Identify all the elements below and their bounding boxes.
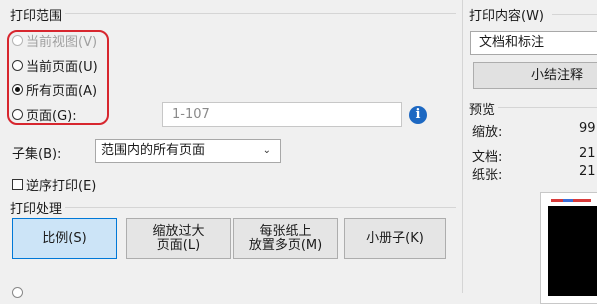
preview-paper-label: 纸张: [472, 168, 503, 183]
booklet-button[interactable]: 小册子(K) [344, 218, 446, 259]
checkbox-box [12, 179, 23, 190]
print-range-title: 打印范围 [10, 5, 66, 24]
pages-range-input[interactable]: 1-107 [162, 102, 402, 127]
print-handling-title: 打印处理 [10, 198, 66, 217]
info-icon[interactable]: i [409, 106, 427, 124]
chevron-down-icon: ⌄ [262, 145, 271, 156]
shrink-oversized-button[interactable]: 缩放过大 页面(L) [126, 218, 231, 259]
highlight-box [7, 30, 109, 125]
shrink-line2: 页面(L) [156, 237, 201, 253]
preview-header-stripe [551, 199, 591, 202]
scale-button-label: 比例(S) [42, 230, 87, 246]
reverse-print-label: 逆序打印(E) [26, 179, 97, 194]
scale-button[interactable]: 比例(S) [12, 218, 117, 259]
shrink-line1: 缩放过大 [152, 223, 205, 239]
reverse-print-checkbox[interactable]: 逆序打印(E) [12, 175, 96, 194]
subset-label: 子集(B): [12, 147, 62, 162]
preview-doc-value: 21 [579, 146, 596, 161]
subset-select-value: 范围内的所有页面 [101, 143, 206, 158]
print-content-title: 打印内容(W) [469, 5, 547, 24]
subset-select[interactable]: 范围内的所有页面 ⌄ [95, 139, 281, 163]
preview-zoom-label: 缩放: [472, 125, 503, 140]
booklet-label: 小册子(K) [366, 230, 424, 246]
multiple-line2: 放置多页(M) [248, 237, 323, 253]
multiple-line1: 每张纸上 [259, 223, 312, 239]
summarize-comments-button[interactable]: 小结注释 [473, 62, 597, 89]
preview-title: 预览 [469, 99, 499, 118]
multiple-pages-button[interactable]: 每张纸上 放置多页(M) [233, 218, 338, 259]
print-content-select[interactable]: 文档和标注 [470, 31, 597, 55]
preview-paper-value: 21 [579, 164, 596, 179]
preview-doc-label: 文档: [472, 150, 503, 165]
preview-zoom-value: 99 [579, 121, 596, 136]
preview-content-area [548, 206, 597, 296]
